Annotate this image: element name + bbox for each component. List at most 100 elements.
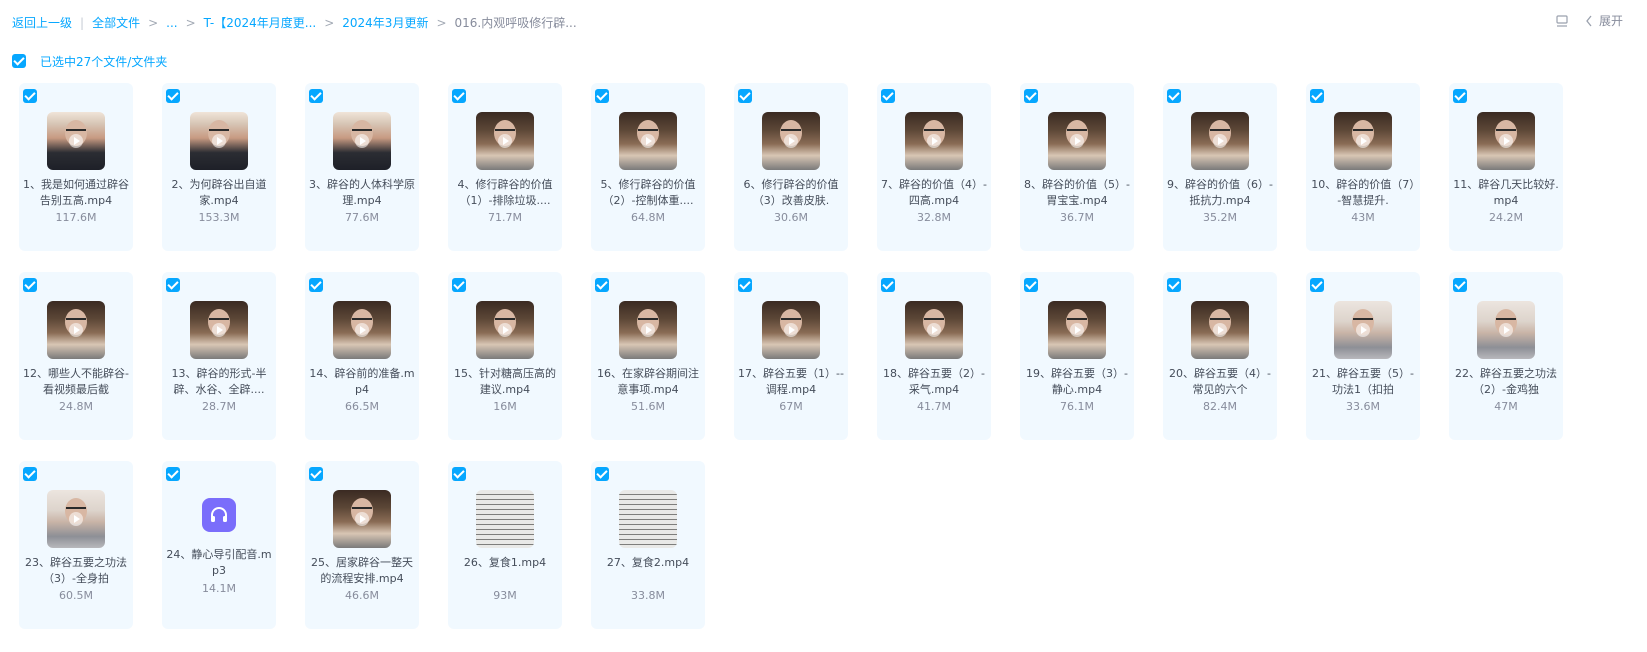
file-checkbox[interactable]	[595, 467, 609, 481]
breadcrumb-all-files[interactable]: 全部文件	[92, 14, 140, 31]
file-card[interactable]: 9、辟谷的价值（6）-抵抗力.mp4 35.2M	[1163, 83, 1277, 251]
file-name[interactable]: 6、修行辟谷的价值（3）改善皮肤.	[738, 177, 844, 209]
video-thumbnail[interactable]	[1191, 301, 1249, 359]
file-checkbox[interactable]	[452, 467, 466, 481]
video-thumbnail[interactable]	[47, 301, 105, 359]
file-checkbox[interactable]	[1167, 278, 1181, 292]
file-card[interactable]: 21、辟谷五要（5）-功法1（扣拍 33.6M	[1306, 272, 1420, 440]
file-card[interactable]: 22、辟谷五要之功法（2）-金鸡独 47M	[1449, 272, 1563, 440]
file-name[interactable]: 25、居家辟谷一整天的流程安排.mp4	[309, 555, 415, 587]
file-card[interactable]: 2、为何辟谷出自道家.mp4 153.3M	[162, 83, 276, 251]
file-checkbox[interactable]	[1310, 89, 1324, 103]
video-thumbnail[interactable]	[619, 112, 677, 170]
file-card[interactable]: 6、修行辟谷的价值（3）改善皮肤. 30.6M	[734, 83, 848, 251]
file-checkbox[interactable]	[309, 467, 323, 481]
file-card[interactable]: 17、辟谷五要（1）--调程.mp4 67M	[734, 272, 848, 440]
breadcrumb-ellipsis[interactable]: ...	[166, 16, 177, 30]
file-name[interactable]: 12、哪些人不能辟谷-看视频最后截	[23, 366, 129, 398]
file-card[interactable]: 19、辟谷五要（3）-静心.mp4 76.1M	[1020, 272, 1134, 440]
file-name[interactable]: 20、辟谷五要（4）-常见的六个	[1167, 366, 1273, 398]
file-checkbox[interactable]	[1024, 278, 1038, 292]
file-checkbox[interactable]	[452, 278, 466, 292]
file-card[interactable]: 26、复食1.mp4 93M	[448, 461, 562, 629]
video-thumbnail[interactable]	[333, 112, 391, 170]
video-thumbnail[interactable]	[905, 112, 963, 170]
file-name[interactable]: 26、复食1.mp4	[452, 555, 558, 587]
file-checkbox[interactable]	[23, 89, 37, 103]
video-thumbnail[interactable]	[1191, 112, 1249, 170]
file-checkbox[interactable]	[1167, 89, 1181, 103]
breadcrumb-folder-yearly[interactable]: T-【2024年月度更...	[204, 14, 317, 31]
file-checkbox[interactable]	[309, 278, 323, 292]
file-card[interactable]: 3、辟谷的人体科学原理.mp4 77.6M	[305, 83, 419, 251]
file-card[interactable]: 18、辟谷五要（2）-采气.mp4 41.7M	[877, 272, 991, 440]
file-card[interactable]: 24、静心导引配音.mp3 14.1M	[162, 461, 276, 629]
select-all-checkbox[interactable]	[12, 54, 26, 68]
file-card[interactable]: 15、针对糖高压高的建议.mp4 16M	[448, 272, 562, 440]
file-card[interactable]: 1、我是如何通过辟谷告别五高.mp4 117.6M	[19, 83, 133, 251]
file-checkbox[interactable]	[881, 278, 895, 292]
video-thumbnail[interactable]	[333, 301, 391, 359]
file-checkbox[interactable]	[595, 278, 609, 292]
file-name[interactable]: 22、辟谷五要之功法（2）-金鸡独	[1453, 366, 1559, 398]
video-thumbnail[interactable]	[333, 490, 391, 548]
file-name[interactable]: 3、辟谷的人体科学原理.mp4	[309, 177, 415, 209]
file-name[interactable]: 27、复食2.mp4	[595, 555, 701, 587]
file-checkbox[interactable]	[738, 89, 752, 103]
file-card[interactable]: 25、居家辟谷一整天的流程安排.mp4 46.6M	[305, 461, 419, 629]
video-thumbnail[interactable]	[47, 112, 105, 170]
video-thumbnail[interactable]	[1477, 301, 1535, 359]
file-card[interactable]: 13、辟谷的形式-半辟、水谷、全辟.... 28.7M	[162, 272, 276, 440]
file-checkbox[interactable]	[452, 89, 466, 103]
file-name[interactable]: 15、针对糖高压高的建议.mp4	[452, 366, 558, 398]
file-card[interactable]: 7、辟谷的价值（4）-四高.mp4 32.8M	[877, 83, 991, 251]
file-card[interactable]: 20、辟谷五要（4）-常见的六个 82.4M	[1163, 272, 1277, 440]
file-checkbox[interactable]	[1453, 89, 1467, 103]
video-thumbnail[interactable]	[476, 112, 534, 170]
video-thumbnail[interactable]	[762, 112, 820, 170]
file-checkbox[interactable]	[1024, 89, 1038, 103]
file-name[interactable]: 21、辟谷五要（5）-功法1（扣拍	[1310, 366, 1416, 398]
file-name[interactable]: 5、修行辟谷的价值（2）-控制体重....	[595, 177, 701, 209]
video-thumbnail[interactable]	[190, 112, 248, 170]
file-name[interactable]: 13、辟谷的形式-半辟、水谷、全辟....	[166, 366, 272, 398]
file-name[interactable]: 1、我是如何通过辟谷告别五高.mp4	[23, 177, 129, 209]
document-thumbnail[interactable]	[476, 490, 534, 548]
file-card[interactable]: 12、哪些人不能辟谷-看视频最后截 24.8M	[19, 272, 133, 440]
file-card[interactable]: 8、辟谷的价值（5）-胃宝宝.mp4 36.7M	[1020, 83, 1134, 251]
file-name[interactable]: 10、辟谷的价值（7）-智慧提升.	[1310, 177, 1416, 209]
file-card[interactable]: 4、修行辟谷的价值（1）-排除垃圾.... 71.7M	[448, 83, 562, 251]
file-checkbox[interactable]	[595, 89, 609, 103]
video-thumbnail[interactable]	[1048, 112, 1106, 170]
file-checkbox[interactable]	[1453, 278, 1467, 292]
file-name[interactable]: 8、辟谷的价值（5）-胃宝宝.mp4	[1024, 177, 1130, 209]
file-name[interactable]: 11、辟谷几天比较好.mp4	[1453, 177, 1559, 209]
video-thumbnail[interactable]	[1048, 301, 1106, 359]
breadcrumb-folder-march[interactable]: 2024年3月更新	[342, 14, 428, 31]
file-name[interactable]: 2、为何辟谷出自道家.mp4	[166, 177, 272, 209]
file-checkbox[interactable]	[23, 278, 37, 292]
file-card[interactable]: 10、辟谷的价值（7）-智慧提升. 43M	[1306, 83, 1420, 251]
file-checkbox[interactable]	[166, 278, 180, 292]
file-card[interactable]: 14、辟谷前的准备.mp4 66.5M	[305, 272, 419, 440]
video-thumbnail[interactable]	[476, 301, 534, 359]
file-name[interactable]: 14、辟谷前的准备.mp4	[309, 366, 415, 398]
file-checkbox[interactable]	[881, 89, 895, 103]
file-name[interactable]: 24、静心导引配音.mp3	[166, 547, 272, 579]
file-name[interactable]: 9、辟谷的价值（6）-抵抗力.mp4	[1167, 177, 1273, 209]
file-card[interactable]: 16、在家辟谷期间注意事项.mp4 51.6M	[591, 272, 705, 440]
video-thumbnail[interactable]	[1334, 112, 1392, 170]
file-name[interactable]: 17、辟谷五要（1）--调程.mp4	[738, 366, 844, 398]
file-card[interactable]: 27、复食2.mp4 33.8M	[591, 461, 705, 629]
file-checkbox[interactable]	[309, 89, 323, 103]
file-name[interactable]: 16、在家辟谷期间注意事项.mp4	[595, 366, 701, 398]
file-checkbox[interactable]	[738, 278, 752, 292]
video-thumbnail[interactable]	[619, 301, 677, 359]
file-card[interactable]: 23、辟谷五要之功法（3）-全身拍 60.5M	[19, 461, 133, 629]
view-mode-icon[interactable]	[1555, 14, 1569, 28]
file-name[interactable]: 4、修行辟谷的价值（1）-排除垃圾....	[452, 177, 558, 209]
video-thumbnail[interactable]	[1477, 112, 1535, 170]
expand-button[interactable]: 展开	[1585, 12, 1623, 29]
file-name[interactable]: 23、辟谷五要之功法（3）-全身拍	[23, 555, 129, 587]
video-thumbnail[interactable]	[762, 301, 820, 359]
